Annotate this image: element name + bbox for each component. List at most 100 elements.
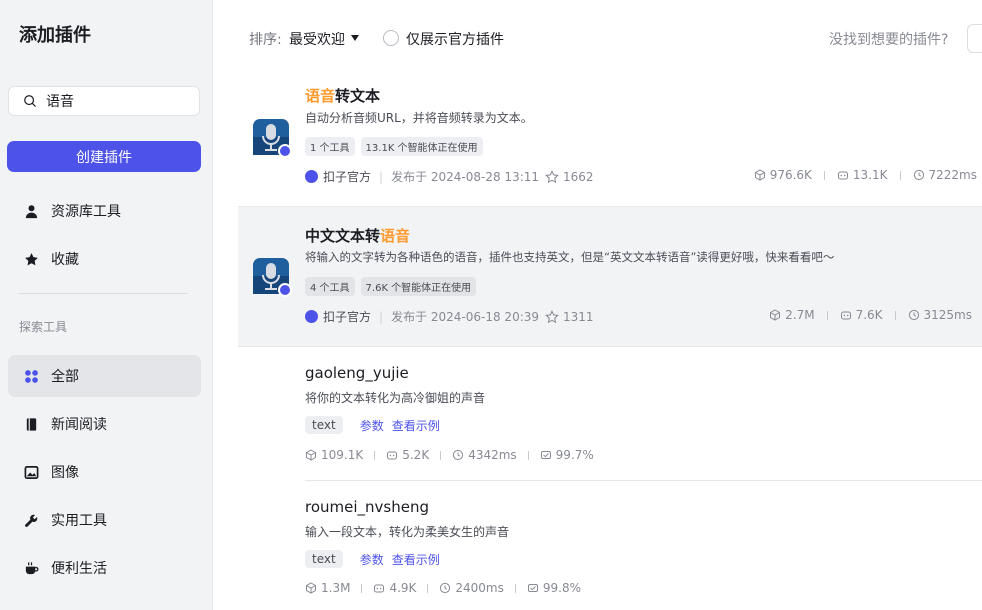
category-label: 图像: [51, 465, 79, 481]
stat-separator: [427, 583, 429, 593]
stat-separator: [374, 450, 376, 460]
cube-icon: [770, 309, 781, 321]
plugin-title[interactable]: 语音转文本: [305, 85, 380, 106]
stat-separator: [899, 170, 901, 180]
title-prefix: 中文文本转: [305, 227, 381, 245]
view-example-link[interactable]: 查看示例: [392, 551, 440, 568]
publish-date: 发布于 2024-06-18 20:39: [391, 310, 540, 324]
sort-dropdown[interactable]: 最受欢迎: [289, 29, 345, 49]
category-label: 全部: [51, 369, 79, 385]
tool-name: roumei_nvsheng: [305, 498, 429, 516]
publisher-name: 扣子官方: [323, 170, 372, 184]
plugin-title[interactable]: 中文文本转语音: [305, 225, 410, 246]
params-link[interactable]: 参数: [360, 551, 384, 568]
call-count: 976.6K: [769, 168, 812, 182]
category-label: 新闻阅读: [51, 417, 107, 433]
publisher-logo-icon: [305, 170, 318, 183]
success-rate-icon: [540, 451, 551, 459]
bot-count: 13.1K: [852, 168, 888, 182]
meta-separator: |: [379, 309, 384, 324]
tool-item[interactable]: roumei_nvsheng 输入一段文本，转化为柔美女生的声音 text 参数…: [238, 481, 982, 610]
official-badge: [278, 283, 292, 297]
favorite-count[interactable]: 1662: [545, 170, 594, 184]
create-plugin-button[interactable]: 创建插件: [7, 141, 201, 172]
clock-icon: [913, 169, 924, 181]
caret-down-icon[interactable]: [351, 35, 359, 41]
bot-icon: [840, 311, 851, 320]
title-rest: 转文本: [335, 87, 381, 105]
plugin-avatar: [253, 119, 292, 158]
latency: 3125ms: [923, 308, 972, 322]
plugin-avatar: [253, 258, 292, 297]
sort-label: 排序:: [249, 32, 282, 48]
cube-icon: [306, 582, 316, 594]
usage-tag: 7.6K 个智能体正在使用: [360, 277, 477, 296]
clock-icon: [453, 449, 464, 461]
person-icon: [23, 203, 39, 219]
plugin-stats: 2.7M 7.6K 3125ms: [769, 308, 972, 322]
publisher-logo-icon: [305, 310, 318, 323]
section-label: 探索工具: [19, 320, 68, 334]
not-found-hint: 没找到想要的插件?: [829, 32, 949, 48]
sidebar-item-label: 收藏: [51, 252, 79, 268]
grid-icon: [23, 368, 39, 384]
meta-separator: |: [379, 169, 384, 184]
stat-separator: [894, 310, 896, 320]
call-count: 109.1K: [321, 448, 364, 462]
plugin-card[interactable]: 语音转文本 自动分析音频URL，并将音频转录为文本。 1 个工具 13.1K 个…: [238, 68, 982, 207]
publisher: 扣子官方: [305, 308, 371, 325]
tool-description: 输入一段文本，转化为柔美女生的声音: [305, 525, 510, 539]
bot-count: 4.9K: [389, 581, 417, 595]
param-tag: text: [305, 550, 343, 568]
category-label: 便利生活: [51, 561, 107, 577]
sidebar-item-library-tools[interactable]: 资源库工具: [8, 190, 201, 232]
publisher: 扣子官方: [305, 168, 371, 185]
bot-icon: [387, 451, 398, 460]
tool-item[interactable]: gaoleng_yujie 将你的文本转化为高冷御姐的声音 text 参数 查看…: [238, 347, 982, 481]
category-news[interactable]: 新闻阅读: [8, 403, 201, 445]
favorite-count-value: 1662: [563, 169, 594, 184]
request-plugin-button[interactable]: [967, 24, 982, 53]
star-outline-icon: [545, 309, 559, 323]
category-image[interactable]: 图像: [8, 451, 201, 493]
plugin-card[interactable]: 中文文本转语音 将输入的文字转为各种语色的语音，插件也支持英文，但是“英文文本转…: [238, 207, 982, 347]
params-link[interactable]: 参数: [360, 417, 384, 434]
title-highlight: 语音: [380, 227, 411, 245]
tool-actions: text 参数 查看示例: [305, 416, 448, 434]
view-example-link[interactable]: 查看示例: [392, 417, 440, 434]
image-icon: [23, 464, 39, 480]
stat-separator: [527, 450, 529, 460]
cube-icon: [306, 449, 316, 461]
category-label: 实用工具: [51, 513, 107, 529]
official-badge: [278, 144, 292, 158]
bot-count: 5.2K: [402, 448, 430, 462]
stat-separator: [823, 170, 825, 180]
latency: 7222ms: [928, 168, 977, 182]
sidebar-divider: [19, 293, 188, 294]
stat-separator: [826, 310, 828, 320]
clock-icon: [440, 582, 451, 594]
search-icon: [24, 95, 36, 107]
latency: 4342ms: [468, 448, 517, 462]
sidebar-item-favorites[interactable]: 收藏: [8, 238, 201, 280]
favorite-count[interactable]: 1311: [545, 310, 594, 324]
search-box[interactable]: [8, 86, 200, 116]
category-utilities[interactable]: 实用工具: [8, 499, 201, 541]
tool-actions: text 参数 查看示例: [305, 550, 448, 568]
plugin-stats: 976.6K 13.1K 7222ms: [754, 168, 977, 182]
category-all[interactable]: 全部: [8, 355, 201, 397]
sidebar-title: 添加插件: [19, 25, 91, 46]
category-lifestyle[interactable]: 便利生活: [8, 547, 201, 589]
star-outline-icon: [545, 169, 559, 183]
official-only-label[interactable]: 仅展示官方插件: [406, 29, 504, 49]
success-rate: 99.7%: [555, 448, 594, 462]
search-input[interactable]: [46, 93, 186, 109]
official-only-radio[interactable]: [383, 30, 399, 46]
plugin-description: 将输入的文字转为各种语色的语音，插件也支持英文，但是“英文文本转语音”读得更好哦…: [305, 250, 835, 264]
sidebar-item-label: 资源库工具: [51, 204, 121, 220]
bot-count: 7.6K: [855, 308, 883, 322]
plugin-tags: 4 个工具 7.6K 个智能体正在使用: [305, 277, 477, 296]
tool-count-tag: 1 个工具: [305, 137, 355, 156]
usage-tag: 13.1K 个智能体正在使用: [360, 137, 483, 156]
wrench-icon: [23, 512, 39, 528]
